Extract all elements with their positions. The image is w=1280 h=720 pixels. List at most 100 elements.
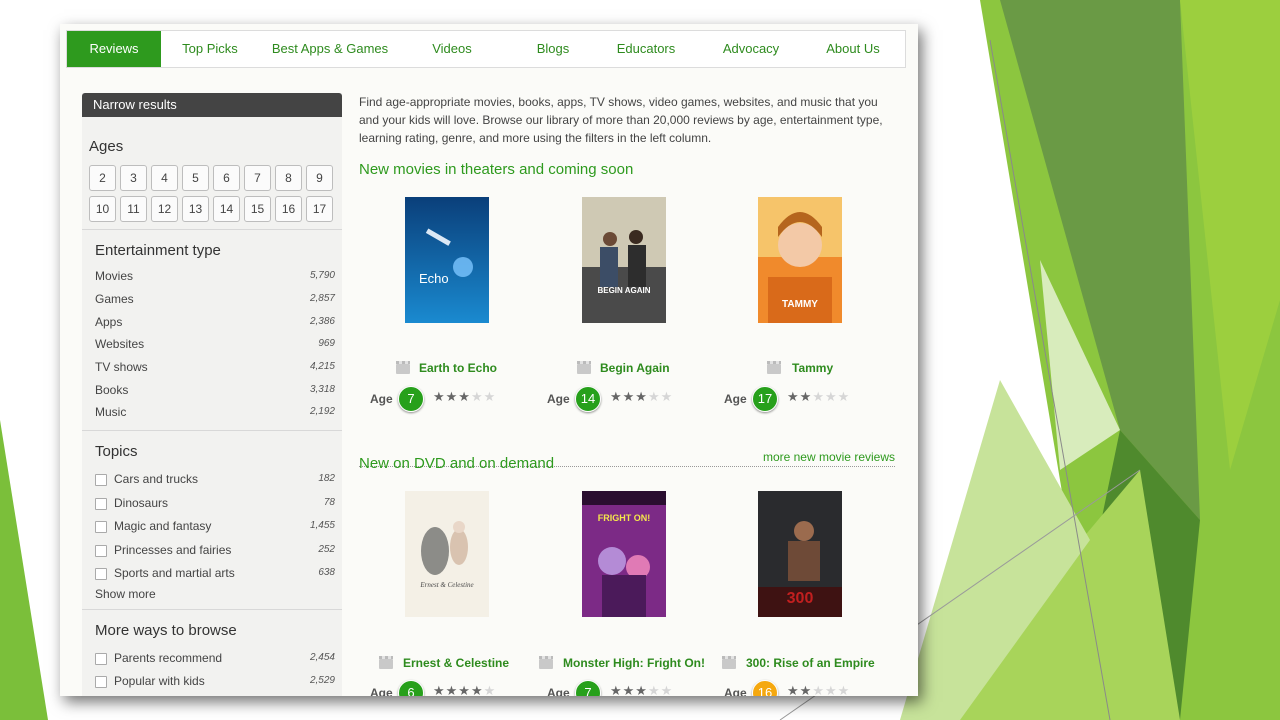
checkbox[interactable]: [95, 545, 107, 557]
age-badge: 6: [398, 680, 424, 696]
star-rating: ★★★★★: [610, 683, 674, 696]
poster-title: FRIGHT ON!: [598, 513, 651, 523]
movie-title-link[interactable]: Earth to Echo: [419, 361, 497, 375]
filter-label: TV shows: [95, 360, 148, 374]
browse-count: 2,454: [309, 652, 335, 663]
movie-clapper-icon: [539, 656, 553, 669]
topic-label: Dinosaurs: [114, 496, 169, 510]
age-button[interactable]: 6: [213, 165, 240, 191]
topic-magic-and-fantasy[interactable]: Magic and fantasy 1,455: [95, 519, 335, 537]
age-badge: 17: [752, 386, 778, 412]
topic-sports-and-martial-arts[interactable]: Sports and martial arts 638: [95, 566, 335, 584]
age-button[interactable]: 11: [120, 196, 147, 222]
topic-dinosaurs[interactable]: Dinosaurs 78: [95, 496, 335, 514]
browse-label: Parents recommend: [114, 651, 223, 665]
age-button[interactable]: 13: [182, 196, 209, 222]
movie-clapper-icon: [577, 361, 591, 374]
more-movie-reviews-link[interactable]: more new movie reviews: [763, 450, 895, 464]
nav-top-picks[interactable]: Top Picks: [161, 31, 259, 67]
age-label: Age: [724, 392, 747, 406]
age-badge: 7: [398, 386, 424, 412]
topic-label: Cars and trucks: [114, 472, 199, 486]
age-button[interactable]: 12: [151, 196, 178, 222]
age-button[interactable]: 3: [120, 165, 147, 191]
nav-videos[interactable]: Videos: [401, 31, 503, 67]
topic-princesses-and-fairies[interactable]: Princesses and fairies 252: [95, 543, 335, 561]
age-button[interactable]: 17: [306, 196, 333, 222]
age-button[interactable]: 14: [213, 196, 240, 222]
filter-music[interactable]: Music 2,192: [95, 405, 335, 423]
movie-poster[interactable]: 300: [758, 491, 842, 617]
age-button[interactable]: 10: [89, 196, 116, 222]
browse-parents-recommend[interactable]: Parents recommend 2,454: [95, 651, 335, 669]
movie-poster[interactable]: Ernest & Celestine: [405, 491, 489, 617]
filter-count: 5,790: [309, 270, 335, 281]
nav-blogs[interactable]: Blogs: [503, 31, 603, 67]
more-ways-title: More ways to browse: [95, 622, 237, 639]
star-rating: ★★★★★: [787, 389, 851, 404]
nav-reviews[interactable]: Reviews: [67, 31, 161, 67]
filter-label: Movies: [95, 269, 134, 283]
filter-count: 969: [318, 338, 335, 349]
movie-title-link[interactable]: Begin Again: [600, 361, 670, 375]
checkbox[interactable]: [95, 676, 107, 688]
topic-count: 252: [318, 544, 335, 555]
age-button[interactable]: 7: [244, 165, 271, 191]
sidebar-header: Narrow results: [82, 93, 342, 117]
filter-tv-shows[interactable]: TV shows 4,215: [95, 360, 335, 378]
age-label: Age: [547, 686, 570, 696]
nav-best-apps-games[interactable]: Best Apps & Games: [259, 31, 401, 67]
movie-title-link[interactable]: Monster High: Fright On!: [563, 656, 705, 670]
filter-apps[interactable]: Apps 2,386: [95, 315, 335, 333]
movie-poster[interactable]: FRIGHT ON!: [582, 491, 666, 617]
browse-popular-with-kids[interactable]: Popular with kids 2,529: [95, 674, 335, 692]
movie-clapper-icon: [722, 656, 736, 669]
filter-label: Websites: [95, 337, 145, 351]
age-button[interactable]: 5: [182, 165, 209, 191]
top-nav: Reviews Top Picks Best Apps & Games Vide…: [66, 30, 906, 68]
movie-poster[interactable]: Echo: [405, 197, 489, 323]
topic-cars-and-trucks[interactable]: Cars and trucks 182: [95, 472, 335, 490]
topic-label: Princesses and fairies: [114, 543, 232, 557]
browse-count: 2,529: [309, 675, 335, 686]
age-button[interactable]: 8: [275, 165, 302, 191]
nav-educators[interactable]: Educators: [603, 31, 689, 67]
filter-sidebar: Narrow results Ages 2 3 4 5 6 7 8 9 10 1…: [82, 93, 342, 696]
movie-title-link[interactable]: 300: Rise of an Empire: [746, 656, 875, 670]
movie-clapper-icon: [379, 656, 393, 669]
star-rating: ★★★★★: [787, 683, 851, 696]
poster-title: Echo: [419, 271, 449, 286]
topic-label: Sports and martial arts: [114, 566, 235, 580]
topic-count: 1,455: [309, 520, 335, 531]
checkbox[interactable]: [95, 521, 107, 533]
movie-poster[interactable]: BEGIN AGAIN: [582, 197, 666, 323]
age-button[interactable]: 9: [306, 165, 333, 191]
filter-games[interactable]: Games 2,857: [95, 292, 335, 310]
age-button[interactable]: 16: [275, 196, 302, 222]
nav-about-us[interactable]: About Us: [813, 31, 893, 67]
poster-title: TAMMY: [782, 299, 818, 310]
filter-movies[interactable]: Movies 5,790: [95, 269, 335, 287]
topic-count: 638: [318, 567, 335, 578]
age-button[interactable]: 15: [244, 196, 271, 222]
movie-poster[interactable]: TAMMY: [758, 197, 842, 323]
filter-books[interactable]: Books 3,318: [95, 383, 335, 401]
age-button[interactable]: 4: [151, 165, 178, 191]
checkbox[interactable]: [95, 568, 107, 580]
divider: [82, 229, 342, 230]
movie-title-link[interactable]: Tammy: [792, 361, 833, 375]
topic-count: 182: [318, 473, 335, 484]
age-button[interactable]: 2: [89, 165, 116, 191]
checkbox[interactable]: [95, 498, 107, 510]
filter-count: 4,215: [309, 361, 335, 372]
nav-advocacy[interactable]: Advocacy: [689, 31, 813, 67]
checkbox[interactable]: [95, 653, 107, 665]
movie-title-link[interactable]: Ernest & Celestine: [403, 656, 509, 670]
filter-count: 2,192: [309, 406, 335, 417]
filter-label: Music: [95, 405, 127, 419]
checkbox[interactable]: [95, 474, 107, 486]
movie-clapper-icon: [396, 361, 410, 374]
show-more-link[interactable]: Show more: [95, 587, 335, 605]
filter-label: Games: [95, 292, 134, 306]
filter-websites[interactable]: Websites 969: [95, 337, 335, 355]
